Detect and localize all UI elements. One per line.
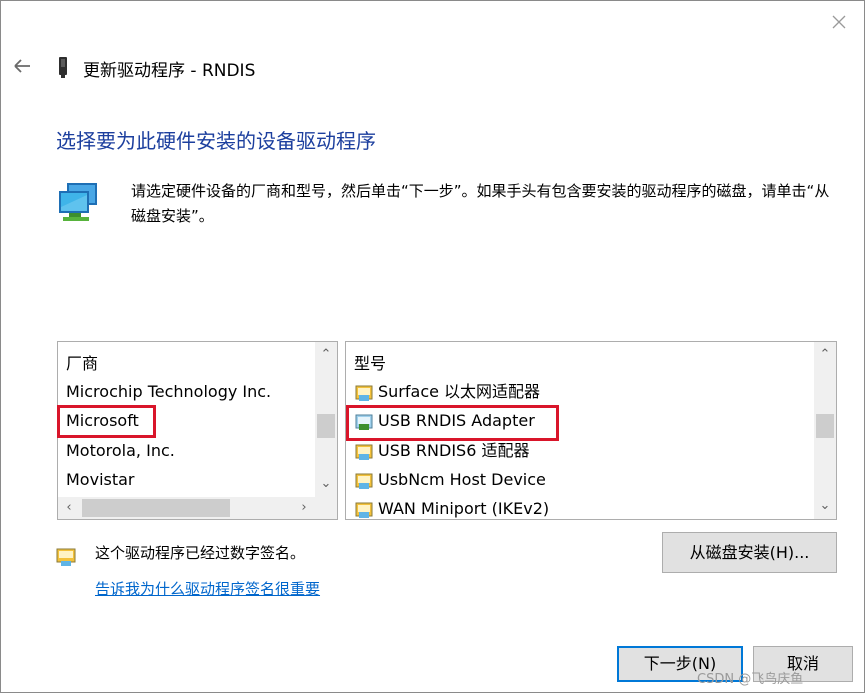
model-item-selected[interactable]: USB RNDIS Adapter (354, 407, 535, 435)
model-item-label: USB RNDIS6 适配器 (378, 441, 530, 460)
close-icon (832, 15, 846, 29)
page-heading: 选择要为此硬件安装的设备驱动程序 (56, 129, 376, 153)
watermark: CSDN @飞鸟庆鱼 (697, 672, 804, 687)
model-list-header: 型号 (354, 354, 387, 373)
description-text: 请选定硬件设备的厂商和型号，然后单击“下一步”。如果手头有包含要安装的驱动程序的… (131, 182, 830, 225)
manufacturer-vertical-scrollbar[interactable]: ⌃ ⌄ (315, 342, 337, 497)
model-item[interactable]: UsbNcm Host Device (354, 466, 546, 494)
manufacturer-list-header: 厂商 (66, 354, 99, 373)
model-item[interactable]: WAN Miniport (IKEv2) (354, 495, 550, 520)
scroll-thumb[interactable] (317, 414, 335, 438)
manufacturer-item-selected[interactable]: Microsoft (66, 407, 139, 435)
scroll-down-icon[interactable]: ⌄ (814, 495, 836, 517)
close-button[interactable] (828, 11, 850, 33)
manufacturer-item[interactable]: Movistar (66, 466, 135, 494)
model-item[interactable]: Surface 以太网适配器 (354, 378, 540, 406)
signature-info-link[interactable]: 告诉我为什么驱动程序签名很重要 (95, 578, 320, 599)
model-list[interactable]: 型号 Surface 以太网适配器 USB RNDIS Adapter USB … (345, 341, 837, 520)
model-item-label: USB RNDIS Adapter (378, 411, 535, 430)
manufacturer-horizontal-scrollbar[interactable]: ‹ › (58, 497, 315, 519)
driver-icon (354, 412, 374, 432)
driver-icon (354, 383, 374, 403)
model-vertical-scrollbar[interactable]: ⌃ ⌄ (814, 342, 836, 519)
signature-status: 这个驱动程序已经过数字签名。 (95, 544, 306, 562)
scrollbar-corner (315, 497, 337, 519)
driver-icon (354, 442, 374, 462)
dialog-title: 更新驱动程序 - RNDIS (83, 61, 256, 81)
scroll-thumb[interactable] (82, 499, 230, 517)
scroll-down-icon[interactable]: ⌄ (315, 473, 337, 495)
back-arrow-icon (14, 59, 30, 73)
network-adapter-icon (57, 181, 101, 225)
have-disk-button[interactable]: 从磁盘安装(H)... (662, 532, 837, 573)
scroll-right-icon[interactable]: › (293, 497, 315, 519)
model-item-label: WAN Miniport (IKEv2) (378, 499, 550, 518)
manufacturer-list[interactable]: 厂商 Microchip Technology Inc. Microsoft M… (57, 341, 338, 520)
driver-update-dialog: 更新驱动程序 - RNDIS 选择要为此硬件安装的设备驱动程序 请选定硬件设备的… (0, 0, 865, 693)
model-item-label: UsbNcm Host Device (378, 470, 546, 489)
manufacturer-item[interactable]: Motorola, Inc. (66, 437, 175, 465)
driver-icon (354, 471, 374, 491)
driver-icon (354, 500, 374, 520)
model-item-label: Surface 以太网适配器 (378, 382, 541, 401)
scroll-left-icon[interactable]: ‹ (58, 497, 80, 519)
signed-driver-icon (55, 545, 77, 567)
device-icon (57, 55, 69, 79)
scroll-up-icon[interactable]: ⌃ (315, 344, 337, 366)
scroll-thumb[interactable] (816, 414, 834, 438)
manufacturer-item[interactable]: Microchip Technology Inc. (66, 378, 271, 406)
back-button[interactable] (11, 55, 33, 77)
model-item[interactable]: USB RNDIS6 适配器 (354, 437, 529, 465)
scroll-up-icon[interactable]: ⌃ (814, 344, 836, 366)
